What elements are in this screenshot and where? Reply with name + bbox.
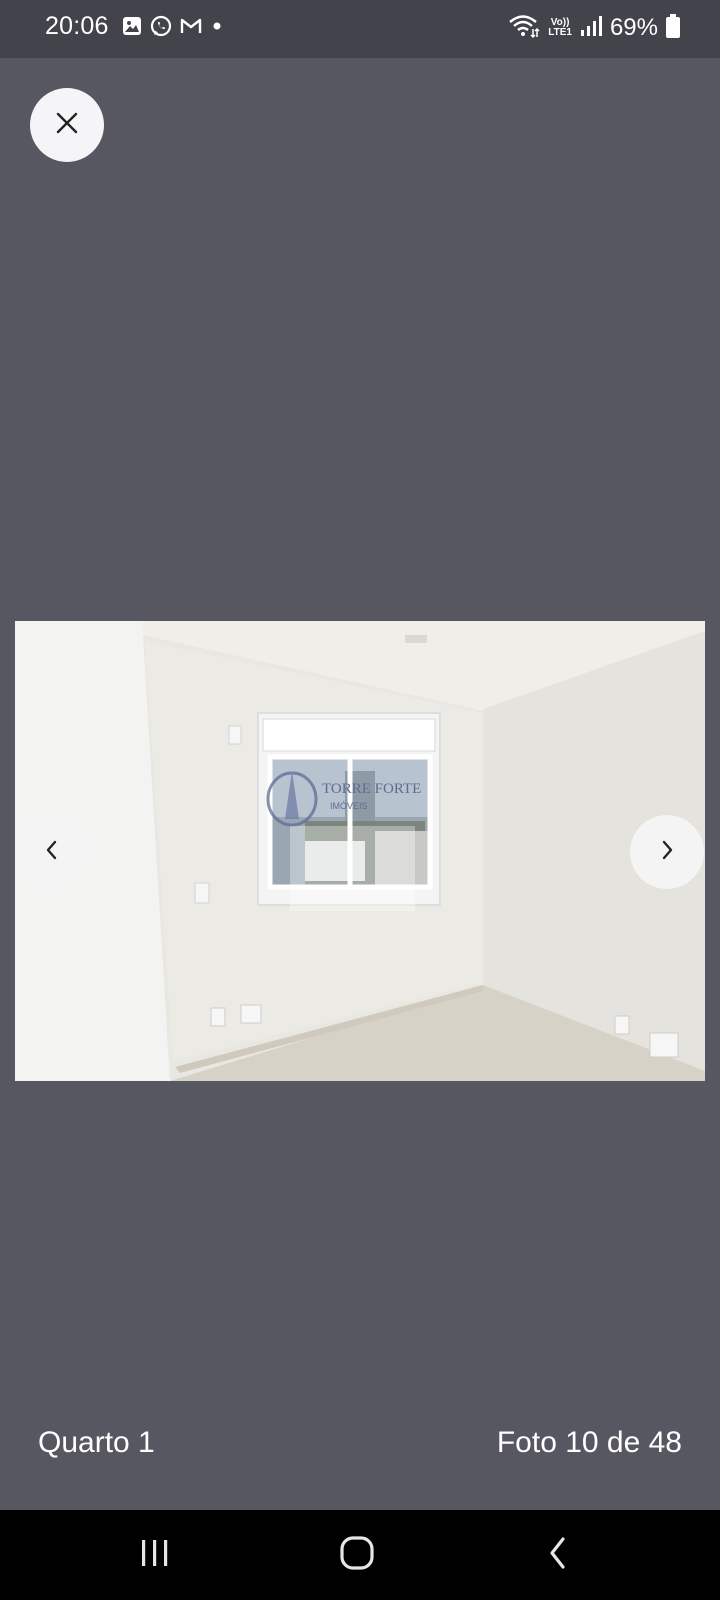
- recents-icon: [138, 1538, 172, 1573]
- photo-counter: Foto 10 de 48: [496, 1426, 682, 1459]
- back-icon: [546, 1536, 570, 1575]
- watermark-sub: IMÓVEIS: [330, 801, 368, 811]
- photo-viewer-screen: 20:06 Vo)) LTE1 69% TORRE FORTE IMÓVEIS …: [0, 0, 720, 1600]
- whatsapp-icon: [150, 15, 172, 42]
- notification-icons: [122, 15, 224, 42]
- signal-icon: [580, 15, 602, 42]
- chevron-right-icon: [658, 839, 676, 866]
- previous-photo-button[interactable]: [15, 815, 89, 889]
- photo-caption: Quarto 1: [38, 1426, 155, 1459]
- status-time: 20:06: [45, 12, 109, 40]
- battery-icon: [666, 13, 680, 43]
- volte-bottom: LTE1: [548, 27, 572, 38]
- property-photo[interactable]: TORRE FORTE IMÓVEIS: [15, 621, 705, 1081]
- recents-button[interactable]: [120, 1530, 190, 1580]
- gmail-icon: [180, 17, 202, 40]
- watermark-brand: TORRE FORTE: [322, 781, 421, 797]
- wifi-icon: [508, 13, 540, 44]
- battery-percent: 69%: [609, 14, 658, 41]
- home-button[interactable]: [322, 1530, 392, 1580]
- chevron-left-icon: [43, 839, 61, 866]
- room-photo-image: TORRE FORTE IMÓVEIS: [15, 621, 705, 1081]
- close-button[interactable]: [30, 88, 104, 162]
- next-photo-button[interactable]: [630, 815, 704, 889]
- back-button[interactable]: [523, 1530, 593, 1580]
- gallery-icon: [122, 16, 142, 41]
- system-nav-bar: [0, 1510, 720, 1600]
- volte-icon: Vo)) LTE1: [548, 18, 572, 38]
- close-icon: [55, 111, 79, 140]
- home-icon: [339, 1535, 375, 1576]
- dot-icon: [210, 19, 224, 38]
- status-bar: 20:06 Vo)) LTE1 69%: [0, 0, 720, 58]
- system-status: Vo)) LTE1 69%: [508, 12, 680, 44]
